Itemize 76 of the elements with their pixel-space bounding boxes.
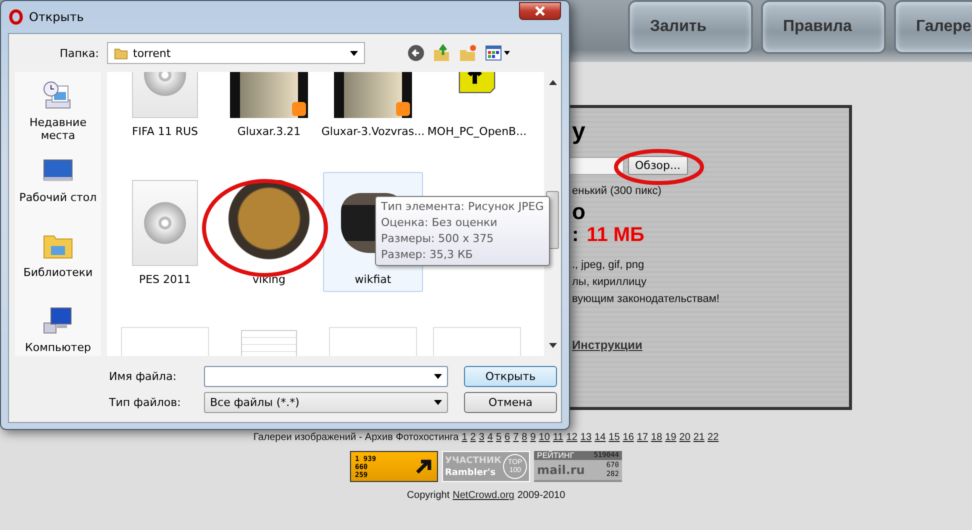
panel-heading: у xyxy=(572,118,586,146)
page-link[interactable]: 16 xyxy=(622,432,634,443)
copyright-text: 2009-2010 xyxy=(517,490,566,501)
filetype-label: Тип файлов: xyxy=(109,396,182,408)
file-item[interactable]: FIFA 11 RUS xyxy=(115,72,215,166)
page-link[interactable]: 20 xyxy=(679,432,690,443)
file-item[interactable]: PES 2011 xyxy=(115,172,215,314)
place-item[interactable]: Компьютер xyxy=(15,305,101,356)
caret-icon xyxy=(350,50,358,56)
gallery-text: Галереи изображений - Архив Фотохостинга xyxy=(253,432,459,443)
page-link[interactable]: 7 xyxy=(513,432,519,443)
page-link[interactable]: 17 xyxy=(636,432,648,443)
browse-button[interactable]: Обзор... xyxy=(628,156,688,175)
page-link[interactable]: 8 xyxy=(522,432,528,443)
badge-text: РЕЙТИНГ xyxy=(537,451,574,460)
back-icon[interactable] xyxy=(407,44,425,62)
file-item[interactable]: MOH_PC_OpenB... xyxy=(427,72,527,166)
page-link[interactable]: 12 xyxy=(566,432,578,443)
rule-text: ., jpeg, gif, png xyxy=(572,258,646,273)
close-button[interactable] xyxy=(519,2,561,20)
arrow-icon xyxy=(415,458,433,476)
cancel-button[interactable]: Отмена xyxy=(464,392,557,412)
open-button[interactable]: Открыть xyxy=(464,366,557,386)
folder-icon xyxy=(114,46,128,60)
page-link[interactable]: 6 xyxy=(504,432,510,443)
view-menu-icon[interactable] xyxy=(485,44,511,62)
panel-heading: о xyxy=(572,200,586,224)
folder-dropdown[interactable]: torrent xyxy=(107,42,365,64)
place-item[interactable]: Недавние места xyxy=(15,80,101,155)
close-icon xyxy=(534,5,546,17)
folder-up-icon[interactable] xyxy=(433,44,451,62)
window-title: Открыть xyxy=(29,10,85,24)
page-link[interactable]: 3 xyxy=(478,432,484,443)
caret-icon xyxy=(434,400,442,404)
page-link[interactable]: 5 xyxy=(496,432,502,443)
page-link[interactable]: 21 xyxy=(693,432,705,443)
instructions-link[interactable]: Инструкции xyxy=(572,338,642,352)
limit-label: : xyxy=(572,224,579,247)
page-link[interactable]: 15 xyxy=(608,432,620,443)
page-link[interactable]: 18 xyxy=(651,432,662,443)
caret-icon xyxy=(434,374,442,378)
page-link[interactable]: 22 xyxy=(708,432,719,443)
rule-text: вующим законодательствам! xyxy=(572,292,720,307)
file-item[interactable]: Gluxar-3.Vozvras... xyxy=(323,72,423,166)
page-link[interactable]: 14 xyxy=(594,432,606,443)
page-link[interactable]: 2 xyxy=(470,432,476,443)
page-link[interactable]: 11 xyxy=(552,432,564,443)
badge-text: mail.ru xyxy=(537,463,585,477)
filename-label: Имя файла: xyxy=(109,370,178,382)
place-item[interactable]: Библиотеки xyxy=(15,230,101,305)
nav-button[interactable]: Галере xyxy=(894,0,972,54)
size-limit: 11 МБ xyxy=(586,224,644,247)
filename-field[interactable] xyxy=(204,366,448,386)
disc-image-icon xyxy=(132,180,198,266)
place-item[interactable]: Рабочий стол xyxy=(15,155,101,230)
page-link[interactable]: 9 xyxy=(530,432,536,443)
page-link[interactable]: 10 xyxy=(538,432,550,443)
page-link[interactable]: 13 xyxy=(580,432,592,443)
new-folder-icon[interactable] xyxy=(459,44,477,62)
page-link[interactable]: 19 xyxy=(665,432,676,443)
badge-text: Rambler's xyxy=(445,466,497,478)
filetype-dropdown[interactable]: Все файлы (*.*) xyxy=(204,392,448,412)
page-link[interactable]: 4 xyxy=(487,432,493,443)
file-item[interactable]: Gluxar.3.21 xyxy=(219,72,319,166)
size-note: енький (300 пикс) xyxy=(572,184,662,199)
nav-button[interactable]: Правила xyxy=(761,0,886,54)
nav-button[interactable]: Залить xyxy=(628,0,753,54)
badge-text: УЧАСТНИК xyxy=(445,454,502,466)
copyright-text: Copyright xyxy=(406,490,450,501)
page-link[interactable]: 1 xyxy=(462,432,468,443)
app-logo-icon xyxy=(9,9,23,25)
scroll-up-icon xyxy=(548,80,556,85)
rule-text: лы, кириллицу xyxy=(572,275,648,290)
folder-label: Папка: xyxy=(58,46,99,60)
site-link[interactable]: NetCrowd.org xyxy=(452,490,514,501)
scroll-down-icon xyxy=(548,343,556,348)
